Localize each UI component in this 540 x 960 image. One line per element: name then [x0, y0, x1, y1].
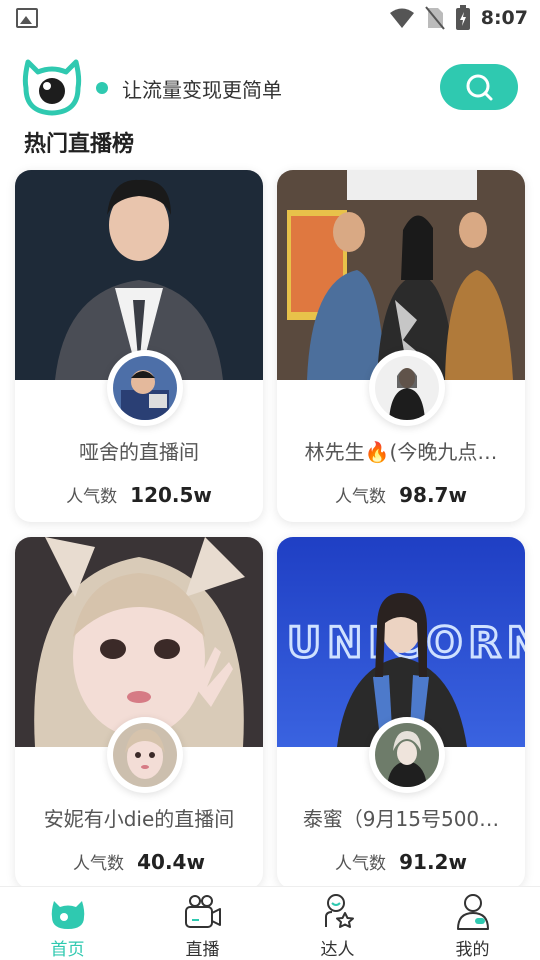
popularity-value: 120.5w [130, 483, 212, 507]
nav-talent[interactable]: 达人 [270, 887, 405, 960]
nav-label: 达人 [320, 940, 355, 960]
room-title: 泰蜜（9月15号500… [302, 807, 500, 831]
popularity-value: 98.7w [399, 483, 467, 507]
streamer-avatar [107, 717, 183, 793]
popularity-label: 人气数 [335, 854, 387, 874]
wifi-icon [389, 8, 414, 28]
popularity: 人气数 40.4w [15, 849, 263, 874]
slogan: 让流量变现更简单 [122, 78, 282, 102]
gallery-notification-icon [16, 8, 38, 28]
user-icon [456, 894, 489, 930]
popularity: 人气数 120.5w [15, 482, 263, 507]
nav-mine[interactable]: 我的 [405, 887, 540, 960]
section-title: 热门直播榜 [24, 132, 135, 157]
room-title: 安妮有小die的直播间 [43, 807, 235, 831]
home-icon [51, 901, 84, 929]
video-camera-icon [184, 895, 221, 928]
popularity: 人气数 98.7w [277, 482, 525, 507]
popularity-label: 人气数 [335, 487, 387, 507]
live-room-card[interactable]: 安妮有小die的直播间 人气数 40.4w [15, 537, 263, 889]
cover-image [15, 537, 263, 747]
popularity-value: 40.4w [137, 850, 205, 874]
search-icon [466, 74, 493, 101]
cover-image [15, 170, 263, 380]
header: 让流量变现更简单 [0, 56, 540, 120]
clock: 8:07 [480, 7, 528, 29]
star-person-icon [324, 894, 354, 928]
cover-image: UNICORN [277, 537, 525, 747]
nav-live[interactable]: 直播 [135, 887, 270, 960]
bottom-nav: 首页 直播 达人 我的 [0, 886, 540, 960]
no-sim-icon [424, 6, 445, 30]
app-logo [22, 59, 82, 116]
cover-image [277, 170, 525, 380]
live-room-card[interactable]: 哑舍的直播间 人气数 120.5w [15, 170, 263, 522]
streamer-avatar [369, 717, 445, 793]
popularity: 人气数 91.2w [277, 849, 525, 874]
live-room-card[interactable]: 林先生🔥(今晚九点… 人气数 98.7w [277, 170, 525, 522]
room-title: 林先生🔥(今晚九点… [304, 440, 498, 464]
status-bar: 8:07 [0, 0, 540, 36]
nav-home[interactable]: 首页 [0, 887, 135, 960]
slogan-dot [96, 82, 108, 94]
battery-icon [455, 5, 470, 30]
nav-label: 直播 [185, 940, 220, 960]
nav-label: 我的 [455, 940, 490, 960]
streamer-avatar [369, 350, 445, 426]
nav-label: 首页 [50, 940, 85, 960]
search-button[interactable] [440, 64, 518, 110]
popularity-label: 人气数 [73, 854, 125, 874]
popularity-value: 91.2w [399, 850, 467, 874]
room-title: 哑舍的直播间 [79, 440, 199, 464]
streamer-avatar [107, 350, 183, 426]
status-icons: 8:07 [389, 4, 528, 32]
live-room-card[interactable]: UNICORN 泰蜜（9月15号500… 人气数 91.2w [277, 537, 525, 889]
popularity-label: 人气数 [66, 487, 118, 507]
